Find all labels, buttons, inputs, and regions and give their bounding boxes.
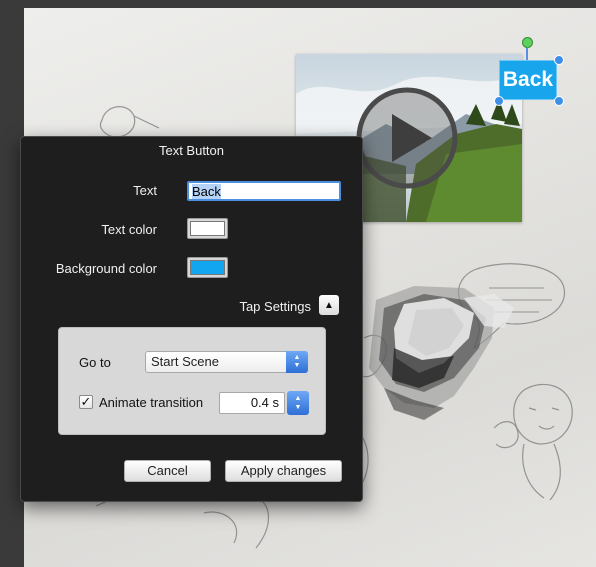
editor-stage: Back Text Button Text Back Text color Ba… [0, 0, 596, 567]
text-field-value: Back [192, 184, 221, 199]
background-color-swatch[interactable] [187, 257, 228, 278]
background-color-fill [190, 260, 225, 275]
duration-stepper[interactable]: ▲ ▼ [287, 391, 309, 415]
animate-checkbox[interactable]: ✓ [79, 395, 93, 409]
resize-handle-top-right[interactable] [554, 55, 564, 65]
back-button-element[interactable]: Back [499, 60, 557, 100]
background-color-label: Background color [55, 261, 157, 276]
goto-select-value: Start Scene [151, 354, 219, 369]
text-color-label: Text color [101, 222, 157, 237]
text-label: Text [133, 183, 157, 198]
text-button-dialog: Text Button Text Back Text color Backgro… [20, 136, 363, 502]
dialog-title: Text Button [158, 143, 225, 158]
text-field[interactable]: Back [187, 181, 341, 201]
goto-label: Go to [79, 355, 111, 370]
resize-handle-bottom-left[interactable] [494, 96, 504, 106]
tap-settings-label: Tap Settings [239, 299, 311, 314]
text-color-swatch[interactable] [187, 218, 228, 239]
back-button-selection[interactable]: Back [499, 60, 559, 101]
rotation-connector [527, 47, 528, 60]
select-arrows-icon: ▲ ▼ [286, 351, 308, 373]
tap-settings-panel: Go to Start Scene ▲ ▼ ✓ Animate transitio… [58, 327, 326, 435]
stepper-down-icon[interactable]: ▼ [295, 403, 302, 412]
apply-changes-button[interactable]: Apply changes [225, 460, 342, 482]
stepper-up-icon[interactable]: ▲ [295, 394, 302, 403]
cancel-button[interactable]: Cancel [124, 460, 211, 482]
resize-handle-bottom-right[interactable] [554, 96, 564, 106]
animate-label: Animate transition [99, 395, 204, 410]
chevron-up-icon: ▲ [324, 299, 334, 311]
duration-field[interactable]: 0.4 s [219, 392, 285, 414]
text-color-fill [190, 221, 225, 236]
goto-select[interactable]: Start Scene ▲ ▼ [145, 351, 308, 373]
tap-settings-toggle[interactable]: ▲ [319, 295, 339, 315]
